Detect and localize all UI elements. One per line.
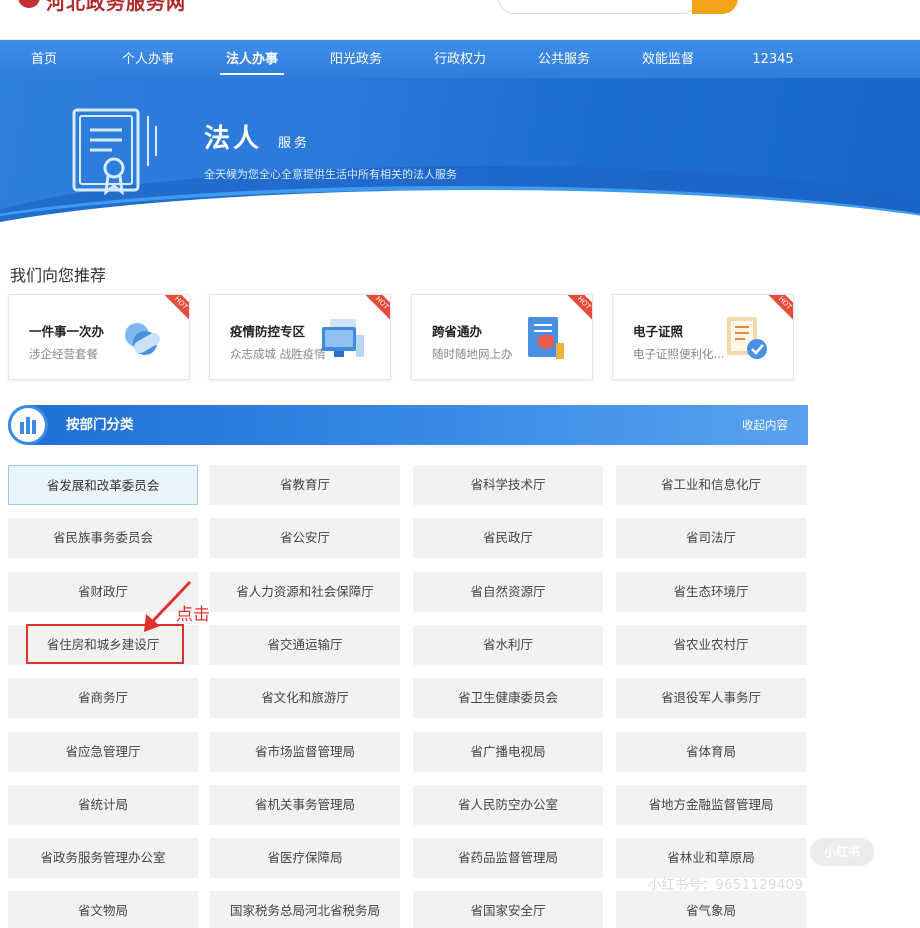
recommend-title: 我们向您推荐 (10, 266, 107, 285)
department-item[interactable]: 省发展和改革委员会 (8, 465, 198, 505)
collapse-content-link[interactable]: 收起内容 (742, 405, 788, 445)
department-item[interactable]: 省卫生健康委员会 (413, 678, 603, 718)
rec-card-title: 跨省通办 (432, 324, 483, 339)
nav-item-administrative-power[interactable]: 行政权力 (426, 40, 494, 78)
site-title[interactable]: 河北政务服务网 (46, 0, 186, 15)
annotation-click-text: 点击 (176, 605, 210, 625)
rec-card-title: 疫情防控专区 (230, 324, 306, 339)
rec-card-e-license[interactable]: 电子证照 电子证照便利化... HOT (612, 294, 794, 380)
banner-title-small: 服务 (278, 136, 311, 151)
rec-card-subtitle: 涉企经营套餐 (29, 347, 98, 361)
department-item[interactable]: 省农业农村厅 (616, 625, 806, 665)
rec-card-subtitle: 随时随地网上办 (432, 347, 513, 361)
chart-icon (8, 405, 48, 445)
department-item[interactable]: 省民族事务委员会 (8, 518, 198, 558)
pill-cloud-icon (125, 323, 160, 355)
department-item[interactable]: 省水利厅 (413, 625, 603, 665)
rec-card-subtitle: 电子证照便利化... (633, 347, 725, 361)
department-item[interactable]: 省应急管理厅 (8, 732, 198, 772)
hot-badge: HOT (362, 295, 390, 323)
nav-item-12345[interactable]: 12345 (746, 40, 800, 78)
certificate-icon (72, 108, 157, 196)
department-item[interactable]: 省政务服务管理办公室 (8, 838, 198, 878)
banner-title: 法人 (204, 124, 263, 154)
rec-card-epidemic[interactable]: 疫情防控专区 众志成城 战胜疫情 HOT (209, 294, 391, 380)
certificate-check-icon (727, 317, 767, 359)
nav-item-efficiency-supervision[interactable]: 效能监督 (634, 40, 702, 78)
site-logo[interactable] (18, 0, 40, 8)
rec-card-title: 电子证照 (633, 324, 684, 339)
document-shield-icon (528, 317, 564, 359)
rec-card-title: 一件事一次办 (29, 324, 105, 339)
hot-badge: HOT (765, 295, 793, 323)
department-item[interactable]: 省科学技术厅 (413, 465, 603, 505)
rec-card-one-thing[interactable]: 一件事一次办 涉企经营套餐 HOT (8, 294, 190, 380)
banner: 法人 服务 全天候为您全心全意提供生活中所有相关的法人服务 (0, 78, 920, 230)
department-item[interactable]: 省工业和信息化厅 (616, 465, 806, 505)
rec-card-cross-province[interactable]: 跨省通办 随时随地网上办 HOT (411, 294, 593, 380)
department-item[interactable]: 省教育厅 (210, 465, 400, 505)
department-item[interactable]: 省人力资源和社会保障厅 (210, 572, 400, 612)
department-item[interactable]: 省文化和旅游厅 (210, 678, 400, 718)
department-item[interactable]: 省自然资源厅 (413, 572, 603, 612)
department-item[interactable]: 省体育局 (616, 732, 806, 772)
hot-badge: HOT (564, 295, 592, 323)
department-item[interactable]: 省机关事务管理局 (210, 785, 400, 825)
nav-item-open-government[interactable]: 阳光政务 (322, 40, 390, 78)
department-item[interactable]: 省民政厅 (413, 518, 603, 558)
rec-card-subtitle: 众志成城 战胜疫情 (230, 347, 326, 361)
search-button[interactable] (692, 0, 738, 14)
department-item[interactable]: 省交通运输厅 (210, 625, 400, 665)
department-item[interactable]: 省国家安全厅 (413, 891, 603, 928)
watermark-badge: 小红书 (810, 838, 874, 866)
department-item[interactable]: 省医疗保障局 (210, 838, 400, 878)
department-item[interactable]: 省统计局 (8, 785, 198, 825)
department-item[interactable]: 省药品监督管理局 (413, 838, 603, 878)
department-item[interactable]: 省退役军人事务厅 (616, 678, 806, 718)
department-item[interactable]: 国家税务总局河北省税务局 (210, 891, 400, 928)
watermark-id: 小红书号：9651129409 (648, 878, 804, 893)
department-section-title: 按部门分类 (66, 417, 134, 433)
nav-item-public-service[interactable]: 公共服务 (530, 40, 598, 78)
top-header: 河北政务服务网 (0, 0, 920, 40)
department-item[interactable]: 省商务厅 (8, 678, 198, 718)
main-nav: 首页 个人办事 法人办事 阳光政务 行政权力 公共服务 效能监督 12345 (0, 40, 920, 78)
department-item[interactable]: 省文物局 (8, 891, 198, 928)
department-item[interactable]: 省广播电视局 (413, 732, 603, 772)
department-item[interactable]: 省司法厅 (616, 518, 806, 558)
hot-badge: HOT (161, 295, 189, 323)
search-input[interactable] (498, 0, 698, 14)
nav-item-legal-person[interactable]: 法人办事 (220, 40, 284, 78)
department-item[interactable]: 省林业和草原局 (616, 838, 806, 878)
monitor-icon (322, 319, 364, 357)
department-item[interactable]: 省公安厅 (210, 518, 400, 558)
department-item[interactable]: 省人民防空办公室 (413, 785, 603, 825)
nav-item-home[interactable]: 首页 (18, 40, 70, 78)
banner-subtitle: 全天候为您全心全意提供生活中所有相关的法人服务 (204, 168, 457, 181)
department-item[interactable]: 省市场监督管理局 (210, 732, 400, 772)
nav-item-personal[interactable]: 个人办事 (114, 40, 182, 78)
department-item[interactable]: 省地方金融监督管理局 (616, 785, 806, 825)
department-item[interactable]: 省气象局 (616, 891, 806, 928)
department-item[interactable]: 省生态环境厅 (616, 572, 806, 612)
department-section-header: 按部门分类 收起内容 (8, 405, 808, 445)
